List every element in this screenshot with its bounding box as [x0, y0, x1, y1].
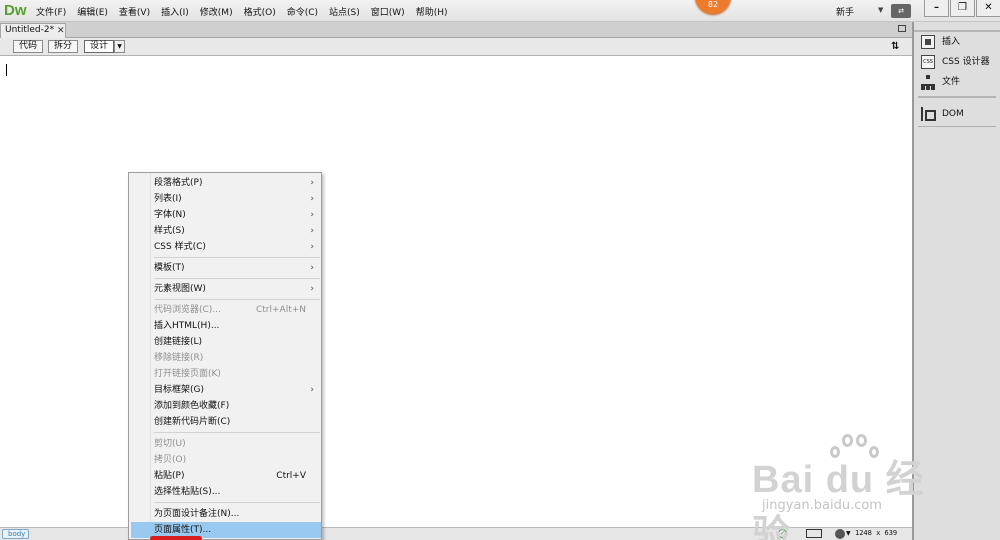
menu-item-add-to-color-favorites[interactable]: 添加到颜色收藏(F)	[131, 398, 321, 414]
menu-item-element-view[interactable]: 元素视图(W) ›	[131, 281, 321, 297]
menu-item-templates[interactable]: 模板(T) ›	[131, 260, 321, 276]
sync-settings-icon[interactable]: ⇄	[891, 4, 911, 18]
text-caret	[6, 64, 7, 76]
app-logo: Dw	[4, 2, 27, 19]
restore-button[interactable]: ❐	[950, 0, 975, 17]
panel-grip[interactable]	[914, 22, 1000, 32]
chevron-right-icon: ›	[310, 263, 314, 273]
menu-separator	[154, 257, 320, 258]
sort-icon[interactable]: ⇅	[891, 41, 899, 52]
insert-icon	[921, 35, 935, 49]
panel-insert[interactable]: 插入	[914, 32, 1000, 52]
main-menu: 文件(F) 编辑(E) 查看(V) 插入(I) 修改(M) 格式(O) 命令(C…	[36, 5, 458, 18]
menu-site[interactable]: 站点(S)	[329, 5, 360, 18]
watermark-url: jingyan.baidu.com	[762, 498, 882, 513]
menu-item-paste[interactable]: 粘贴(P) Ctrl+V	[131, 468, 321, 484]
panel-label: DOM	[942, 109, 964, 119]
chevron-right-icon: ›	[310, 242, 314, 252]
menu-modify[interactable]: 修改(M)	[200, 5, 233, 18]
panel-label: 插入	[942, 37, 961, 47]
sitemap-icon	[921, 75, 935, 90]
close-icon[interactable]: ✕	[57, 25, 65, 38]
tag-selector-body[interactable]: body	[2, 529, 30, 539]
menu-item-remove-link: 移除链接(R)	[154, 353, 204, 363]
menu-separator	[154, 299, 320, 300]
view-dropdown-icon[interactable]: ▼	[114, 40, 125, 53]
tab-untitled-2[interactable]: Untitled-2* ✕	[0, 23, 66, 38]
tab-label: Untitled-2*	[5, 25, 55, 35]
chevron-right-icon: ›	[310, 226, 314, 236]
code-view-button[interactable]: 代码	[13, 40, 44, 53]
menu-insert[interactable]: 插入(I)	[161, 5, 189, 18]
close-button[interactable]: ✕	[976, 0, 1000, 17]
menu-item-make-link[interactable]: 创建链接(L)	[131, 334, 321, 350]
chevron-right-icon: ›	[310, 385, 314, 395]
menu-item-list[interactable]: 列表(I) ›	[131, 191, 321, 207]
menu-item-font[interactable]: 字体(N) ›	[131, 207, 321, 223]
menu-format[interactable]: 格式(O)	[244, 5, 276, 18]
chevron-right-icon: ›	[310, 210, 314, 220]
menu-item-style[interactable]: 样式(S) ›	[131, 223, 321, 239]
menu-item-create-snippet[interactable]: 创建新代码片断(C)	[131, 414, 321, 430]
chevron-right-icon: ›	[310, 194, 314, 204]
chevron-right-icon: ›	[310, 284, 314, 294]
document-tab-strip: Untitled-2* ✕	[0, 22, 912, 38]
menu-file[interactable]: 文件(F)	[36, 5, 66, 18]
menu-item-code-navigator: 代码浏览器(C)... Ctrl+Alt+N	[154, 305, 306, 315]
menu-item-target-frame[interactable]: 目标框架(G) ›	[131, 382, 321, 398]
document-toolbar: 代码 拆分 设计 ▼ ⇅	[0, 38, 912, 56]
dom-tree-icon	[921, 107, 936, 121]
menu-separator	[154, 432, 320, 433]
panel-css-designer[interactable]: CSS CSS 设计器	[914, 52, 1000, 72]
minimize-button[interactable]: –	[924, 0, 949, 17]
menu-item-design-notes[interactable]: 为页面设计备注(N)...	[131, 506, 321, 522]
menu-view[interactable]: 查看(V)	[119, 5, 150, 18]
baidu-watermark: Bai du 经验 jingyan.baidu.com	[748, 432, 948, 540]
panel-divider	[918, 126, 996, 127]
annotation-underline	[150, 536, 202, 540]
chevron-right-icon: ›	[310, 178, 314, 188]
menu-item-css-styles[interactable]: CSS 样式(C) ›	[131, 239, 321, 255]
menu-item-paragraph-format[interactable]: 段落格式(P) ›	[131, 175, 321, 191]
menu-item-open-linked-page: 打开链接页面(K)	[154, 369, 221, 379]
css-icon: CSS	[921, 55, 935, 69]
menu-window[interactable]: 窗口(W)	[371, 5, 405, 18]
split-view-button[interactable]: 拆分	[48, 40, 79, 53]
design-view-button[interactable]: 设计	[84, 40, 115, 53]
menu-separator	[154, 502, 320, 503]
context-menu: 段落格式(P) › 列表(I) › 字体(N) › 样式(S) › CSS 样式(C) ›…	[128, 172, 322, 540]
restore-document-icon[interactable]	[898, 25, 906, 32]
panel-dom[interactable]: DOM	[914, 104, 1000, 124]
menu-help[interactable]: 帮助(H)	[416, 5, 448, 18]
window-controls: – ❐ ✕	[924, 0, 1000, 17]
dreamweaver-window: Dw 文件(F) 编辑(E) 查看(V) 插入(I) 修改(M) 格式(O) 命…	[0, 0, 1000, 540]
panel-label: CSS 设计器	[942, 57, 990, 67]
notification-badge[interactable]: 82	[695, 0, 731, 14]
menu-separator	[154, 278, 320, 279]
menu-item-copy: 拷贝(O)	[154, 455, 187, 465]
menu-commands[interactable]: 命令(C)	[287, 5, 318, 18]
menu-item-paste-special[interactable]: 选择性粘贴(S)...	[131, 484, 321, 500]
chevron-down-icon[interactable]: ▼	[878, 6, 883, 14]
panel-label: 文件	[942, 77, 961, 87]
menu-bar: Dw 文件(F) 编辑(E) 查看(V) 插入(I) 修改(M) 格式(O) 命…	[0, 0, 1000, 22]
menu-edit[interactable]: 编辑(E)	[77, 5, 108, 18]
workspace-switcher[interactable]: 新手	[836, 5, 854, 18]
menu-item-insert-html[interactable]: 插入HTML(H)...	[131, 318, 321, 334]
panel-files[interactable]: 文件	[914, 72, 1000, 92]
watermark-brand: Bai du 经验	[752, 459, 925, 540]
menu-item-cut: 剪切(U)	[154, 439, 186, 449]
